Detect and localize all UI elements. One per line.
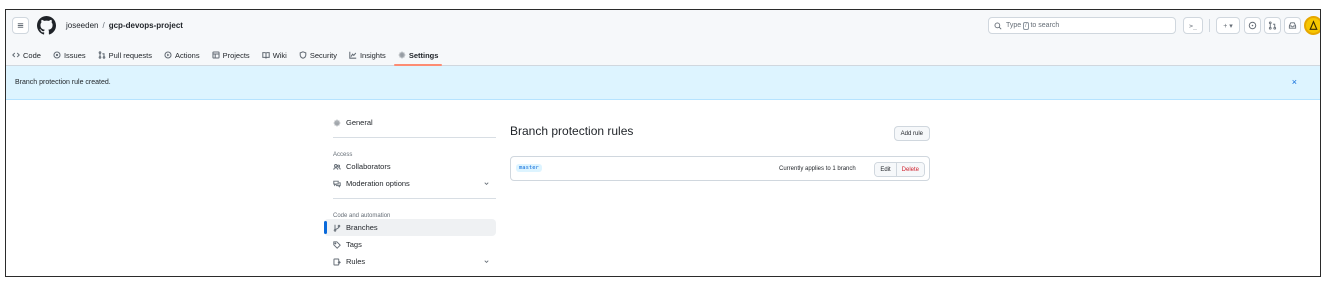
graph-icon [349,51,357,59]
sidebar-item-label: Branches [346,223,378,232]
sidebar-item-general[interactable]: General [324,114,496,131]
sidebar-item-moderation[interactable]: Moderation options [324,175,496,192]
issue-opened-icon [1248,21,1257,30]
search-icon [994,22,1002,30]
tab-label: Issues [63,50,86,60]
your-issues-button[interactable] [1244,17,1261,34]
rule-actions: Edit Delete [874,162,925,177]
close-icon[interactable]: × [1292,77,1297,87]
add-rule-button[interactable]: Add rule [893,126,930,141]
sidebar-item-tags[interactable]: Tags [324,236,496,253]
sidebar-divider [333,137,496,138]
search-input[interactable]: Type / to search [988,17,1176,34]
sidebar-divider [333,198,496,199]
tab-label: Security [309,50,337,60]
plus-icon: + ▾ [1223,22,1233,30]
tab-actions[interactable]: Actions [158,44,206,66]
tab-label: Pull requests [108,50,152,60]
code-icon [12,52,20,58]
table-icon [212,51,220,59]
tab-label: Projects [222,50,250,60]
sidebar-item-label: General [346,118,373,127]
tab-insights[interactable]: Insights [343,44,392,66]
branch-name-badge[interactable]: master [516,164,542,172]
inbox-icon [1288,22,1297,29]
tab-projects[interactable]: Projects [206,44,256,66]
browser-page: joseeden / gcp-devops-project Type / to … [5,9,1321,277]
tab-security[interactable]: Security [293,44,343,66]
your-pull-requests-button[interactable] [1264,17,1281,34]
repo-link[interactable]: gcp-devops-project [109,21,183,30]
tab-pull-requests[interactable]: Pull requests [92,44,158,66]
github-logo-icon[interactable] [37,16,56,35]
user-avatar-icon [1309,20,1318,30]
tab-settings[interactable]: Settings [392,44,445,66]
breadcrumb-separator: / [102,21,105,30]
notifications-button[interactable] [1284,17,1301,34]
git-pull-request-icon [98,51,105,59]
delete-button[interactable]: Delete [896,163,924,176]
create-new-button[interactable]: + ▾ [1216,17,1240,34]
sidebar-section-heading: Code and automation [333,213,391,219]
search-placeholder: Type / to search [1006,21,1060,30]
tab-label: Wiki [272,50,287,60]
flash-notice: Branch protection rule created. × [6,66,1320,100]
menu-icon [17,23,24,28]
global-nav: joseeden / gcp-devops-project Type / to … [6,10,1320,44]
chevron-down-icon [484,182,489,186]
tab-label: Actions [174,50,200,60]
owner-link[interactable]: joseeden [66,21,98,30]
sidebar-item-label: Collaborators [346,162,391,171]
issue-opened-icon [53,51,61,59]
repo-header: joseeden / gcp-devops-project Type / to … [6,10,1320,66]
command-palette-button[interactable]: >_ [1183,17,1203,34]
gear-icon [333,119,341,126]
tab-label: Settings [408,50,439,60]
sidebar-item-branches[interactable]: Branches [324,219,496,236]
sidebar-item-label: Rules [346,257,366,266]
edit-button[interactable]: Edit [875,163,897,176]
tag-icon [333,240,341,249]
sidebar-item-rules[interactable]: Rules [324,253,496,270]
sidebar-item-label: Moderation options [346,179,410,188]
hamburger-menu-button[interactable] [12,17,29,34]
page-title: Branch protection rules [510,124,634,138]
tab-issues[interactable]: Issues [47,44,92,66]
nav-divider [1209,19,1210,32]
comment-discussion-icon [333,180,341,188]
book-icon [261,52,270,59]
tab-code[interactable]: Code [6,44,47,66]
sidebar-section-heading: Access [333,152,353,158]
sidebar-item-collaborators[interactable]: Collaborators [324,158,496,175]
avatar[interactable] [1304,16,1320,35]
command-palette-icon: >_ [1189,21,1197,30]
settings-sidebar: General Access Collaborators Moderation … [324,114,496,270]
tab-label: Insights [359,50,386,60]
git-pull-request-icon [1268,21,1277,30]
git-branch-icon [333,224,341,232]
breadcrumb: joseeden / gcp-devops-project [66,21,183,30]
search-shortcut-key: / [1023,21,1029,30]
play-icon [164,51,172,59]
sidebar-item-label: Tags [346,240,362,249]
tab-wiki[interactable]: Wiki [256,44,293,66]
repo-push-icon [333,257,341,266]
repo-tabs: Code Issues Pull requests Actions Projec… [6,44,444,66]
rule-applies-text: Currently applies to 1 branch [779,166,856,172]
tab-label: Code [23,50,41,60]
gear-icon [398,51,406,59]
people-icon [333,163,341,170]
chevron-down-icon [484,260,489,264]
flash-message: Branch protection rule created. [15,79,111,86]
list-item: master Currently applies to 1 branch Edi… [510,156,930,181]
shield-icon [299,51,307,59]
